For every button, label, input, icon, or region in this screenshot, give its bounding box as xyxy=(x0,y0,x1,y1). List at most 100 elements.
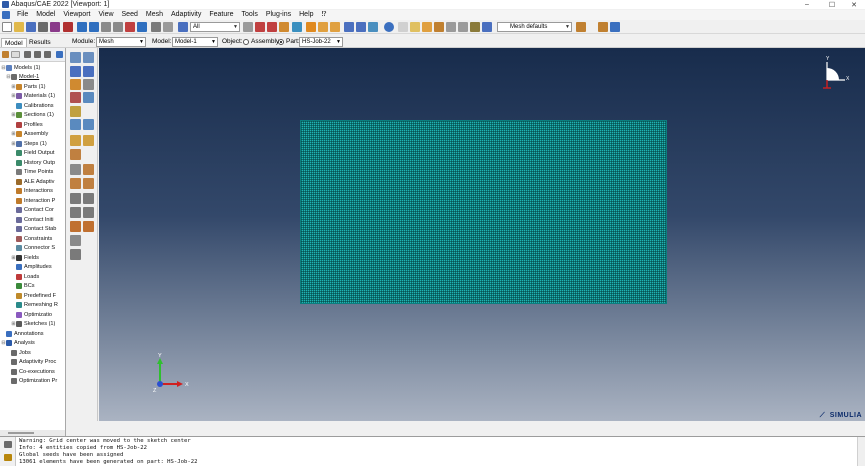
wireframe-icon[interactable] xyxy=(344,22,354,32)
menu-mesh[interactable]: Mesh xyxy=(142,10,167,20)
verify-mesh-icon[interactable] xyxy=(70,106,81,117)
tab-results[interactable]: Results xyxy=(26,38,54,47)
menu-plugins[interactable]: Plug-ins xyxy=(262,10,295,20)
mesh-region-icon[interactable] xyxy=(83,92,94,103)
create-bottom-up-icon[interactable] xyxy=(70,193,81,204)
selection-arrow-icon[interactable] xyxy=(178,22,188,32)
tree-item[interactable]: Annotations xyxy=(1,329,44,338)
tree-item[interactable]: Contact Cor xyxy=(11,206,54,215)
remesh-rule-icon[interactable] xyxy=(83,221,94,232)
box-zoom-icon[interactable] xyxy=(125,22,135,32)
associate-geometry-icon[interactable] xyxy=(83,193,94,204)
message-area-tab-icon[interactable] xyxy=(4,441,12,448)
drag-shape-icon[interactable] xyxy=(255,22,265,32)
tree-item[interactable]: ⊞ Parts (1) xyxy=(11,82,45,91)
iso-view-icon[interactable] xyxy=(306,22,316,32)
menu-viewport[interactable]: Viewport xyxy=(59,10,94,20)
datum-axis-icon[interactable] xyxy=(83,207,94,218)
select-icon[interactable] xyxy=(63,22,73,32)
tree-expand-icon[interactable] xyxy=(34,51,41,58)
datum-point-icon[interactable] xyxy=(70,207,81,218)
front-view-icon[interactable] xyxy=(318,22,328,32)
perspective-icon[interactable] xyxy=(384,22,394,32)
open-file-icon[interactable] xyxy=(14,22,24,32)
virtual-topology-icon[interactable] xyxy=(70,135,81,146)
tree-item[interactable]: ⊟ Analysis xyxy=(1,339,35,348)
partition-cell-icon[interactable] xyxy=(83,119,94,130)
tree-item[interactable]: Adaptivity Proc xyxy=(6,358,56,367)
seed-part-icon[interactable] xyxy=(70,52,81,63)
views-icon[interactable] xyxy=(292,22,302,32)
plugin-toolbox-icon[interactable] xyxy=(50,22,60,32)
maximize-button[interactable]: ☐ xyxy=(820,0,844,9)
tree-select-icon[interactable] xyxy=(11,51,20,58)
save-icon[interactable] xyxy=(26,22,36,32)
layers-icon[interactable] xyxy=(576,22,586,32)
assembly-radio[interactable] xyxy=(243,39,249,45)
tree-item[interactable]: Remeshing R xyxy=(11,301,58,310)
seed-edges-icon[interactable] xyxy=(83,52,94,63)
tree-item[interactable]: Calibrations xyxy=(11,101,54,110)
assign-stack-icon[interactable] xyxy=(70,178,81,189)
mesh-part-icon[interactable] xyxy=(70,92,81,103)
menu-help[interactable]: Help xyxy=(295,10,317,20)
delete-part-seeds-icon[interactable] xyxy=(70,66,81,77)
delete-edge-seeds-icon[interactable] xyxy=(83,66,94,77)
tree-item[interactable]: ⊟ Model-1 xyxy=(6,73,39,82)
close-button[interactable]: ✕ xyxy=(842,0,865,9)
context-help-icon[interactable]: ⁉ xyxy=(318,10,331,20)
magnify-icon[interactable] xyxy=(101,22,111,32)
pan-icon[interactable] xyxy=(77,22,87,32)
model-select[interactable]: Model-1 ▼ xyxy=(172,37,218,47)
tree-item[interactable]: Constraints xyxy=(11,234,52,243)
shaded-icon[interactable] xyxy=(368,22,378,32)
tree-item[interactable]: Profiles xyxy=(11,120,43,129)
tree-collapse-icon[interactable] xyxy=(24,51,31,58)
zoom-icon[interactable] xyxy=(113,22,123,32)
tree-item[interactable]: Loads xyxy=(11,272,39,281)
query-mesh-icon[interactable] xyxy=(70,164,81,175)
element-type-icon[interactable] xyxy=(83,79,94,90)
tree-item[interactable]: ⊞ Steps (1) xyxy=(11,139,47,148)
tree-item[interactable]: ⊞ Fields xyxy=(11,253,39,262)
tab-model[interactable]: Model xyxy=(1,38,27,47)
rotate-icon[interactable] xyxy=(89,22,99,32)
menu-feature[interactable]: Feature xyxy=(205,10,237,20)
tree-item[interactable]: Co-executions xyxy=(6,367,55,376)
mesh-pattern-icon[interactable] xyxy=(70,235,81,246)
message-scrollbar[interactable] xyxy=(857,437,865,466)
tree-item[interactable]: ⊞ Materials (1) xyxy=(11,92,55,101)
tree-item[interactable]: Predefined F xyxy=(11,291,56,300)
render-style-icon[interactable] xyxy=(482,22,492,32)
tree-item[interactable]: Jobs xyxy=(6,348,31,357)
orient-stack-icon[interactable] xyxy=(83,178,94,189)
part-radio[interactable] xyxy=(278,39,284,45)
viewport[interactable]: Y X Y X Z ⟋ SIMULIA xyxy=(99,48,865,421)
edit-mesh-icon[interactable] xyxy=(70,149,81,160)
back-view-icon[interactable] xyxy=(330,22,340,32)
render-style-select[interactable]: Mesh defaults ▼ xyxy=(497,22,572,32)
tree-item[interactable]: ⊟ Models (1) xyxy=(1,63,40,72)
merge-faces-icon[interactable] xyxy=(83,135,94,146)
cycle-views-icon[interactable] xyxy=(151,22,161,32)
menu-view[interactable]: View xyxy=(94,10,117,20)
selection-filter-select[interactable]: All ▼ xyxy=(190,22,240,32)
tree-item[interactable]: ⊞ Sections (1) xyxy=(11,111,54,120)
selection-mode-icon[interactable] xyxy=(267,22,277,32)
auto-fit-icon[interactable] xyxy=(137,22,147,32)
kernel-cli-tab-icon[interactable] xyxy=(4,454,12,461)
tree-item[interactable]: Optimizatio xyxy=(11,310,52,319)
tree-sort-icon[interactable] xyxy=(44,51,51,58)
tree-filter-icon[interactable] xyxy=(2,51,9,58)
display-group-icon[interactable] xyxy=(410,22,420,32)
scrollbar-thumb[interactable] xyxy=(8,432,34,434)
tree-item[interactable]: Amplitudes xyxy=(11,263,52,272)
module-select[interactable]: Mesh ▼ xyxy=(96,37,146,47)
replace-icon[interactable] xyxy=(422,22,432,32)
system-menu-icon[interactable] xyxy=(2,11,10,19)
tree-item[interactable]: Contact Stab xyxy=(11,225,56,234)
tree-item[interactable]: Optimization Pr xyxy=(6,377,57,386)
menu-seed[interactable]: Seed xyxy=(118,10,142,20)
part-select[interactable]: HS-Job-22 ▼ xyxy=(299,37,343,47)
tree-item[interactable]: Connector S xyxy=(11,244,55,253)
